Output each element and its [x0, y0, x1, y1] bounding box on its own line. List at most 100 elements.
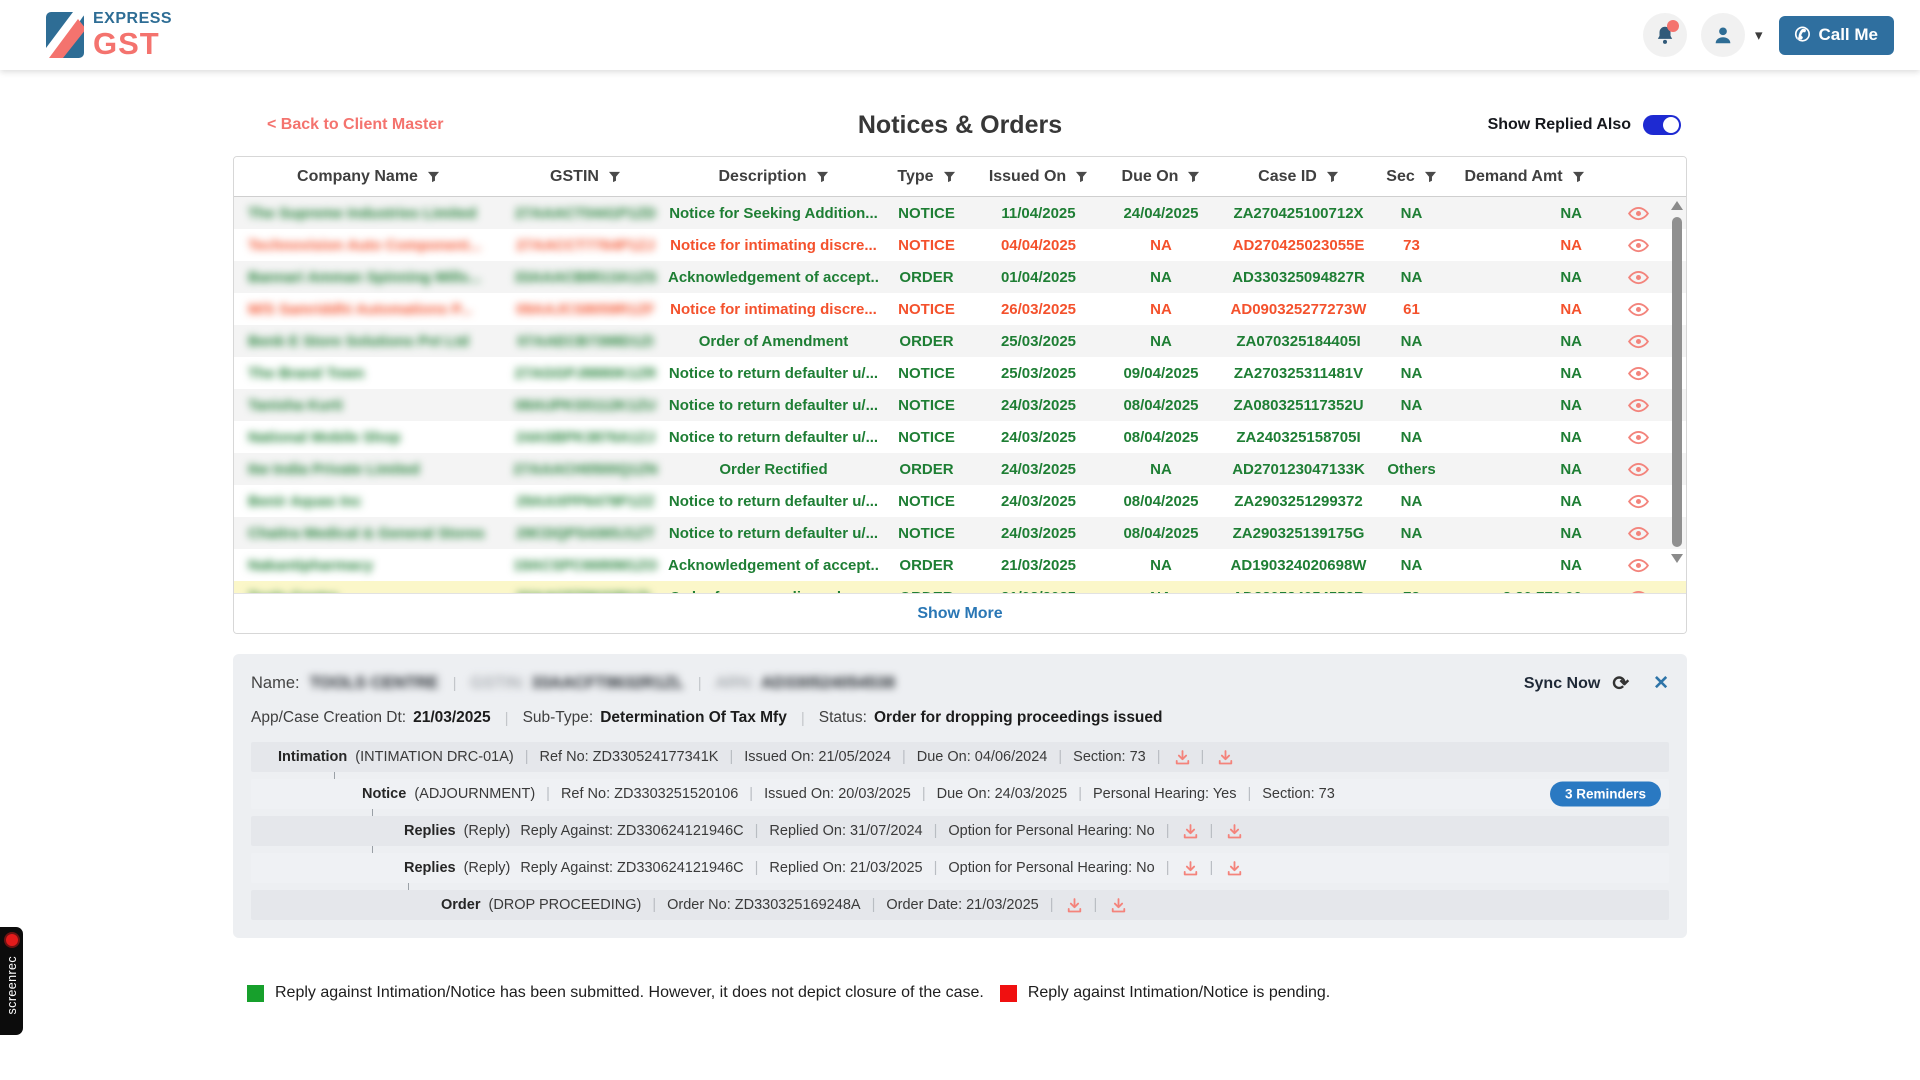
download-icon[interactable]	[1111, 898, 1126, 913]
download-button[interactable]	[1227, 861, 1242, 876]
column-header-type[interactable]: Type	[879, 168, 974, 186]
view-details-eye-icon[interactable]	[1627, 206, 1650, 221]
table-row[interactable]: M/S Samriddhi Automations P...09AAJCS805…	[234, 293, 1686, 325]
download-icon[interactable]	[1183, 861, 1198, 876]
row-view-button[interactable]	[1604, 366, 1672, 381]
filter-icon[interactable]	[608, 171, 621, 183]
filter-icon[interactable]	[1326, 171, 1339, 183]
view-details-eye-icon[interactable]	[1627, 430, 1650, 445]
download-button[interactable]	[1227, 824, 1242, 839]
table-row[interactable]: The Brand Town27AGGPJ8880K1ZRNotice to r…	[234, 357, 1686, 389]
column-header-description[interactable]: Description	[668, 168, 879, 186]
download-icon[interactable]	[1175, 750, 1190, 765]
view-details-eye-icon[interactable]	[1627, 462, 1650, 477]
thread-sublabel: (INTIMATION DRC-01A)	[355, 749, 513, 765]
filter-icon[interactable]	[816, 171, 829, 183]
view-details-eye-icon[interactable]	[1627, 366, 1650, 381]
show-replied-toggle[interactable]	[1643, 115, 1681, 135]
view-details-eye-icon[interactable]	[1627, 398, 1650, 413]
screenrec-label: screenrec	[5, 956, 19, 1014]
row-view-button[interactable]	[1604, 238, 1672, 253]
download-button[interactable]	[1218, 750, 1233, 765]
column-header-demand-amt[interactable]: Demand Amt	[1445, 168, 1604, 186]
download-button[interactable]	[1111, 898, 1126, 913]
thread-label: Order	[441, 897, 481, 913]
row-view-button[interactable]	[1604, 302, 1672, 317]
table-row[interactable]: Bannari Amman Spinning Mills...33AAACB85…	[234, 261, 1686, 293]
row-view-button[interactable]	[1604, 398, 1672, 413]
table-row[interactable]: Tools Centre33AACFT8632R1ZLOrder for pro…	[234, 581, 1686, 593]
column-header-sec[interactable]: Sec	[1378, 168, 1445, 186]
table-row[interactable]: Nakantipharmacy19ACSPC6680M1ZOAcknowledg…	[234, 549, 1686, 581]
show-more-link[interactable]: Show More	[917, 605, 1002, 623]
download-button[interactable]	[1175, 750, 1190, 765]
view-details-eye-icon[interactable]	[1627, 494, 1650, 509]
filter-icon[interactable]	[1187, 171, 1200, 183]
download-button[interactable]	[1183, 861, 1198, 876]
call-me-button[interactable]: ✆ Call Me	[1779, 16, 1894, 55]
arn-label: ARN:	[716, 674, 755, 692]
download-button[interactable]	[1183, 824, 1198, 839]
view-details-eye-icon[interactable]	[1627, 302, 1650, 317]
account-chevron-down-icon[interactable]: ▾	[1755, 26, 1763, 44]
row-view-button[interactable]	[1604, 430, 1672, 445]
row-view-button[interactable]	[1604, 494, 1672, 509]
download-icon[interactable]	[1227, 824, 1242, 839]
filter-icon[interactable]	[1075, 171, 1088, 183]
cell-type: NOTICE	[879, 525, 974, 542]
filter-icon[interactable]	[943, 171, 956, 183]
row-view-button[interactable]	[1604, 462, 1672, 477]
column-header-gstin[interactable]: GSTIN	[503, 168, 668, 186]
view-details-eye-icon[interactable]	[1627, 334, 1650, 349]
close-icon[interactable]: ✕	[1653, 672, 1669, 695]
download-icon[interactable]	[1067, 898, 1082, 913]
view-details-eye-icon[interactable]	[1627, 558, 1650, 573]
row-view-button[interactable]	[1604, 526, 1672, 541]
view-details-eye-icon[interactable]	[1627, 526, 1650, 541]
sync-now-button[interactable]: Sync Now	[1524, 675, 1600, 693]
column-header-case-id[interactable]: Case ID	[1219, 168, 1378, 186]
column-header-due-on[interactable]: Due On	[1103, 168, 1219, 186]
scroll-down-arrow[interactable]	[1671, 554, 1683, 563]
view-details-eye-icon[interactable]	[1627, 270, 1650, 285]
thread-segment: Section: 73	[1073, 749, 1146, 765]
table-row[interactable]: Tanisha Kurti08AUPKS5112K1ZUNotice to re…	[234, 389, 1686, 421]
download-button[interactable]	[1067, 898, 1082, 913]
filter-icon[interactable]	[1572, 171, 1585, 183]
screenrec-widget[interactable]: screenrec	[0, 927, 23, 1035]
filter-icon[interactable]	[1424, 171, 1437, 183]
scrollbar-thumb[interactable]	[1672, 217, 1682, 547]
notifications-button[interactable]	[1643, 13, 1687, 57]
cell-due-on: 08/04/2025	[1103, 397, 1219, 414]
column-header-issued-on[interactable]: Issued On	[974, 168, 1103, 186]
table-row[interactable]: Technovision Auto Component...27AACCT776…	[234, 229, 1686, 261]
table-row[interactable]: Benir Aquas Inc29AAXPP6479P1ZZNotice to …	[234, 485, 1686, 517]
download-icon[interactable]	[1227, 861, 1242, 876]
name-label: Name:	[251, 674, 300, 693]
column-header-company-name[interactable]: Company Name	[234, 168, 503, 186]
reminders-badge[interactable]: 3 Reminders	[1550, 782, 1661, 807]
table-row[interactable]: Benk E Store Solutions Pvt Ltd07AAECB739…	[234, 325, 1686, 357]
cell-issued-on: 24/03/2025	[974, 397, 1103, 414]
scroll-up-arrow[interactable]	[1671, 201, 1683, 210]
download-icon[interactable]	[1218, 750, 1233, 765]
cell-sec: 73	[1378, 237, 1445, 254]
row-view-button[interactable]	[1604, 334, 1672, 349]
row-view-button[interactable]	[1604, 270, 1672, 285]
row-view-button[interactable]	[1604, 206, 1672, 221]
filter-icon[interactable]	[427, 171, 440, 183]
thread-label: Intimation	[278, 749, 347, 765]
table-scrollbar[interactable]	[1671, 201, 1683, 589]
row-view-button[interactable]	[1604, 558, 1672, 573]
account-button[interactable]	[1701, 13, 1745, 57]
cell-type: ORDER	[879, 557, 974, 574]
refresh-icon[interactable]: ⟳	[1612, 671, 1629, 696]
cell-company: The Supreme Industries Limited	[234, 205, 503, 222]
table-row[interactable]: The Supreme Industries Limited27AAACT044…	[234, 197, 1686, 229]
view-details-eye-icon[interactable]	[1627, 238, 1650, 253]
case-detail-panel: Name: TOOLS CENTRE | GSTIN:33AACFT8632R1…	[233, 654, 1687, 938]
download-icon[interactable]	[1183, 824, 1198, 839]
table-row[interactable]: Chaitra Medical & General Stores29CDQPS4…	[234, 517, 1686, 549]
table-row[interactable]: National Mobile Shop24ASBPK3876A1ZJNotic…	[234, 421, 1686, 453]
table-row[interactable]: Itw India Private Limited27AAACH0500Q1ZN…	[234, 453, 1686, 485]
